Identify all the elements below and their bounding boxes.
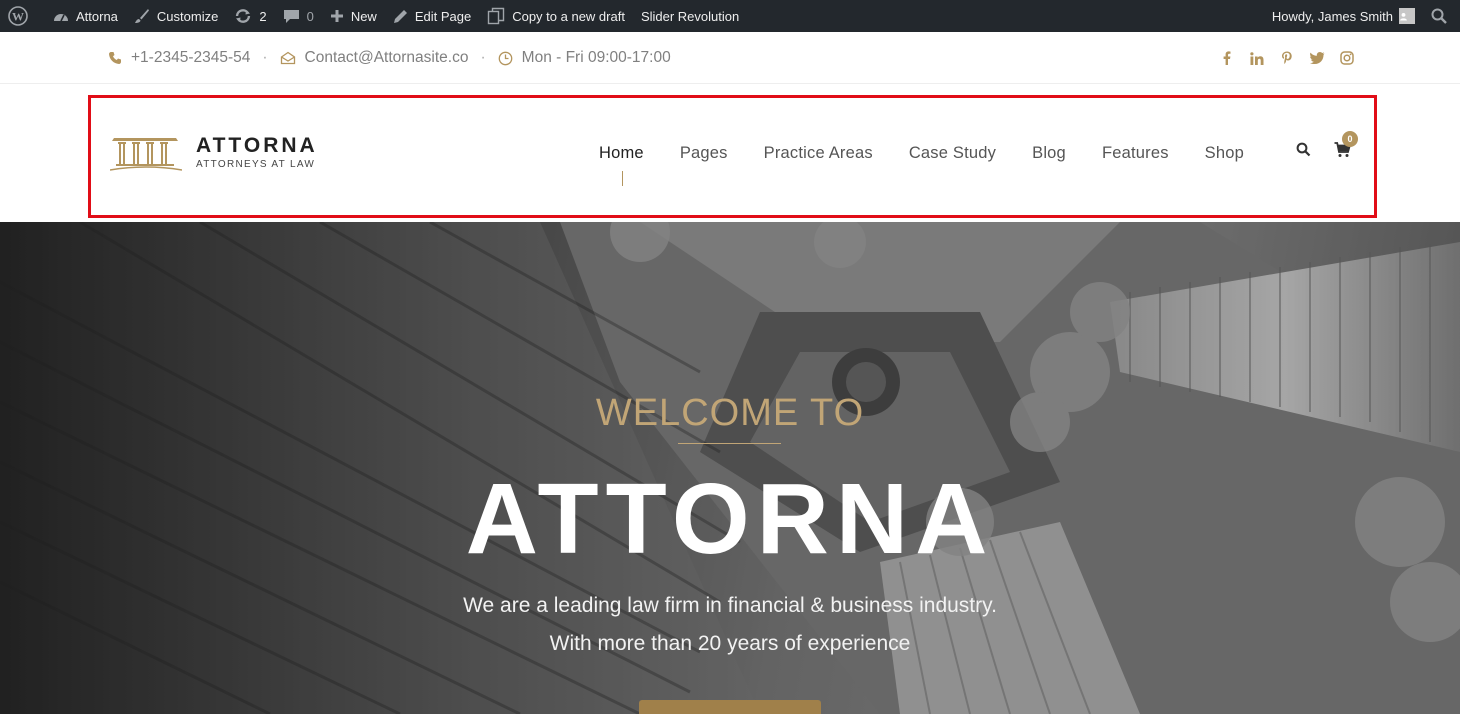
comment-icon <box>283 10 299 23</box>
updates-link[interactable]: 2 <box>226 0 274 32</box>
nav-item-features[interactable]: Features <box>1084 144 1187 163</box>
admin-search-button[interactable] <box>1423 0 1460 32</box>
twitter-icon[interactable] <box>1302 48 1332 68</box>
envelope-open-icon <box>280 51 295 65</box>
admin-bar: W Attorna Customize 2 0 New Edit Page Co… <box>0 0 1460 32</box>
paintbrush-icon <box>134 9 149 23</box>
customize-label: Customize <box>156 8 219 24</box>
facebook-icon[interactable] <box>1212 48 1242 68</box>
account-menu[interactable]: Howdy, James Smith <box>1264 0 1423 32</box>
office-hours: Mon - Fri 09:00-17:00 <box>521 49 671 66</box>
clock-icon <box>498 51 513 65</box>
logo-subtitle: ATTORNEYS AT LAW <box>196 158 316 170</box>
avatar <box>1399 8 1415 24</box>
search-icon <box>1296 142 1311 157</box>
cart-count-badge: 0 <box>1342 131 1358 147</box>
email-contact[interactable]: Contact@Attornasite.co <box>280 49 469 67</box>
phone-contact: +1-2345-2345-54 <box>108 49 250 67</box>
phone-number: +1-2345-2345-54 <box>131 49 251 66</box>
top-info-bar: +1-2345-2345-54 · Contact@Attornasite.co… <box>0 32 1460 84</box>
main-nav: Home Pages Practice Areas Case Study Blo… <box>581 138 1262 168</box>
admin-site-name[interactable]: Attorna <box>45 0 126 32</box>
hours-contact: Mon - Fri 09:00-17:00 <box>498 49 671 67</box>
plus-icon <box>330 10 343 22</box>
pinterest-icon[interactable] <box>1272 48 1302 68</box>
separator-dot: · <box>480 49 486 66</box>
welcome-divider <box>678 443 781 444</box>
site-name-label: Attorna <box>76 8 118 24</box>
active-nav-indicator <box>622 171 623 186</box>
nav-item-case-study[interactable]: Case Study <box>891 144 1014 163</box>
logo-title: ATTORNA <box>196 133 318 157</box>
copy-icon <box>488 7 505 25</box>
contact-info: +1-2345-2345-54 · Contact@Attornasite.co… <box>108 32 671 84</box>
customize-link[interactable]: Customize <box>126 0 226 32</box>
site-logo[interactable]: ATTORNA ATTORNEYS AT LAW <box>110 132 318 172</box>
copy-draft-label: Copy to a new draft <box>512 8 625 24</box>
hero-tagline-1: We are a leading law firm in financial &… <box>463 594 997 617</box>
search-icon <box>1431 8 1447 24</box>
phone-icon <box>109 52 121 64</box>
hero-slider: WELCOME TO ATTORNA We are a leading law … <box>0 222 1460 714</box>
hero-title: ATTORNA <box>465 463 995 575</box>
comments-link[interactable]: 0 <box>275 0 322 32</box>
svg-text:W: W <box>12 10 24 24</box>
nav-item-shop[interactable]: Shop <box>1187 144 1262 163</box>
edit-page-link[interactable]: Edit Page <box>385 0 479 32</box>
hero-cta-button[interactable] <box>639 700 821 714</box>
wordpress-logo-icon[interactable]: W <box>0 0 45 32</box>
linkedin-icon[interactable] <box>1242 48 1272 68</box>
nav-item-blog[interactable]: Blog <box>1014 144 1084 163</box>
social-links <box>1212 32 1362 84</box>
header-search-button[interactable] <box>1296 142 1311 162</box>
updates-count: 2 <box>259 8 267 24</box>
nav-item-practice-areas[interactable]: Practice Areas <box>746 144 891 163</box>
dashboard-icon <box>54 14 68 22</box>
instagram-icon[interactable] <box>1332 48 1362 68</box>
howdy-label: Howdy, James Smith <box>1271 8 1393 24</box>
slider-revolution-label: Slider Revolution <box>640 8 740 24</box>
updates-icon <box>236 9 251 23</box>
hero-tagline-2: With more than 20 years of experience <box>549 632 911 655</box>
hero-welcome-text: WELCOME TO <box>595 392 865 434</box>
nav-item-pages[interactable]: Pages <box>662 144 746 163</box>
comments-count: 0 <box>306 8 314 24</box>
email-address: Contact@Attornasite.co <box>304 49 469 66</box>
slider-revolution-link[interactable]: Slider Revolution <box>633 0 747 32</box>
new-content-link[interactable]: New <box>322 0 385 32</box>
copy-draft-link[interactable]: Copy to a new draft <box>479 0 633 32</box>
nav-item-home[interactable]: Home <box>581 144 662 163</box>
columns-logo-icon <box>110 138 182 171</box>
edit-page-label: Edit Page <box>414 8 472 24</box>
pencil-icon <box>393 9 407 23</box>
separator-dot: · <box>262 49 268 66</box>
new-label: New <box>350 8 377 24</box>
